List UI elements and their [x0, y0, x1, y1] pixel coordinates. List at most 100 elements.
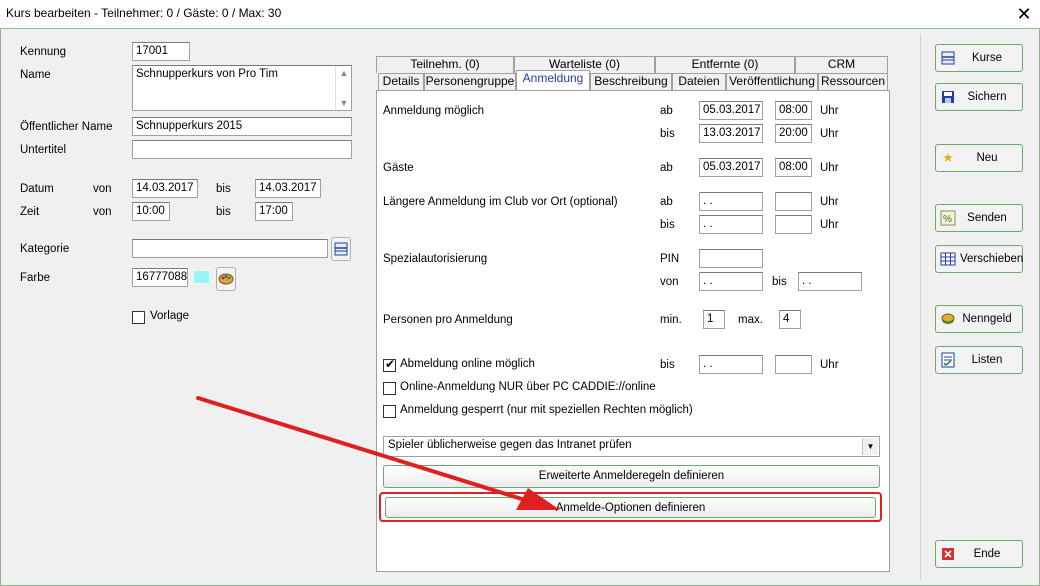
tab-teilnehmer[interactable]: Teilnehm. (0) — [376, 56, 514, 73]
color-swatch — [193, 270, 210, 284]
list-box-icon — [940, 50, 956, 66]
laenger-ab-label: ab — [660, 196, 673, 208]
oeffentlicher-name-label: Öffentlicher Name — [20, 121, 113, 133]
min-field[interactable]: 1 — [703, 310, 725, 329]
vorlage-checkbox[interactable] — [132, 311, 145, 324]
oeffentlicher-name-field[interactable]: Schnupperkurs 2015 — [132, 117, 352, 136]
datum-bis-field[interactable]: 14.03.2017 — [255, 179, 321, 198]
tab-details[interactable]: Details — [378, 73, 424, 90]
kurse-button[interactable]: Kurse — [935, 44, 1023, 72]
laenger-bis-time-field[interactable] — [775, 215, 812, 234]
name-field[interactable]: Schnupperkurs von Pro Tim ▲ ▼ — [132, 65, 352, 111]
checklist-icon — [940, 352, 956, 368]
kennung-field[interactable]: 17001 — [132, 42, 190, 61]
laengere-anmeldung-label: Längere Anmeldung im Club vor Ort (optio… — [383, 196, 618, 208]
online-only-checkbox[interactable] — [383, 382, 396, 395]
kennung-label: Kennung — [20, 46, 67, 58]
ende-button[interactable]: Ende — [935, 540, 1023, 568]
dropdown-value: Spieler üblicherweise gegen das Intranet… — [388, 439, 632, 451]
gaeste-label: Gäste — [383, 162, 414, 174]
laenger-bis-date-field[interactable]: . . — [699, 215, 763, 234]
window-title: Kurs bearbeiten - Teilnehmer: 0 / Gäste:… — [6, 6, 282, 20]
personen-pro-anmeldung-label: Personen pro Anmeldung — [383, 314, 513, 326]
spezialautorisierung-label: Spezialautorisierung — [383, 253, 488, 265]
erweiterte-anmelderegeln-button[interactable]: Erweiterte Anmelderegeln definieren — [383, 465, 880, 488]
color-picker-button[interactable] — [216, 267, 236, 291]
zeit-bis-field[interactable]: 17:00 — [255, 202, 293, 221]
gaeste-ab-time-field[interactable]: 08:00 — [775, 158, 812, 177]
chevron-down-icon[interactable]: ▼ — [862, 438, 878, 455]
laenger-ab-time-field[interactable] — [775, 192, 812, 211]
untertitel-field[interactable] — [132, 140, 352, 159]
nenngeld-button[interactable]: Nenngeld — [935, 305, 1023, 333]
spezial-von-date-field[interactable]: . . — [699, 272, 763, 291]
zeit-von-field[interactable]: 10:00 — [132, 202, 170, 221]
moeglich-bis-time-field[interactable]: 20:00 — [775, 124, 812, 143]
datum-label: Datum — [20, 183, 54, 195]
kategorie-label: Kategorie — [20, 243, 70, 255]
scroll-up-icon[interactable]: ▲ — [336, 68, 351, 78]
close-button[interactable]: ✕ — [1010, 2, 1038, 26]
pin-field[interactable] — [699, 249, 763, 268]
anmelde-optionen-button[interactable]: Anmelde-Optionen definieren — [385, 497, 876, 518]
tab-entfernte[interactable]: Entfernte (0) — [655, 56, 795, 73]
star-icon: ★ — [942, 150, 954, 165]
farbe-label: Farbe — [20, 272, 51, 284]
verschieben-button[interactable]: Verschieben — [935, 245, 1023, 273]
abmeldung-online-label: Abmeldung online möglich — [400, 358, 535, 370]
tab-veroeffentlichung[interactable]: Veröffentlichung — [726, 73, 818, 90]
neu-button[interactable]: ★ Neu — [935, 144, 1023, 172]
vorlage-label: Vorlage — [150, 310, 190, 322]
name-scrollbar[interactable]: ▲ ▼ — [335, 66, 351, 110]
floppy-disk-icon — [940, 89, 956, 105]
listen-label: Listen — [971, 354, 1003, 366]
datum-von-field[interactable]: 14.03.2017 — [132, 179, 198, 198]
zeit-bis-label: bis — [216, 206, 231, 218]
scroll-down-icon[interactable]: ▼ — [336, 98, 351, 108]
zeit-von-label: von — [93, 206, 112, 218]
pin-label: PIN — [660, 253, 680, 265]
max-label: max. — [738, 314, 763, 326]
tab-crm[interactable]: CRM — [795, 56, 888, 73]
laenger-ab-date-field[interactable]: . . — [699, 192, 763, 211]
tab-dateien[interactable]: Dateien — [672, 73, 726, 90]
senden-label: Senden — [967, 212, 1007, 224]
calendar-grid-icon — [940, 251, 956, 267]
moeglich-ab-date-field[interactable]: 05.03.2017 — [699, 101, 763, 120]
intranet-check-dropdown[interactable]: Spieler üblicherweise gegen das Intranet… — [383, 436, 880, 457]
anmeldung-gesperrt-checkbox[interactable] — [383, 405, 396, 418]
spezial-bis-label: bis — [772, 276, 787, 288]
abmeldung-online-checkbox[interactable] — [383, 357, 396, 372]
tab-beschreibung[interactable]: Beschreibung — [590, 73, 672, 90]
sichern-label: Sichern — [967, 91, 1007, 103]
send-percent-icon: % — [940, 210, 956, 226]
uhr-label: Uhr — [820, 162, 839, 174]
laenger-bis-label: bis — [660, 219, 675, 231]
max-field[interactable]: 4 — [779, 310, 801, 329]
tab-ressourcen[interactable]: Ressourcen — [818, 73, 888, 90]
abmeldung-bis-date-field[interactable]: . . — [699, 355, 763, 374]
sichern-button[interactable]: Sichern — [935, 83, 1023, 111]
uhr-label: Uhr — [820, 359, 839, 371]
datum-von-label: von — [93, 183, 112, 195]
svg-text:%: % — [943, 214, 952, 225]
tab-anmeldung[interactable]: Anmeldung — [516, 70, 590, 90]
tab-personengruppe[interactable]: Personengruppe — [424, 73, 516, 90]
kategorie-field[interactable] — [132, 239, 328, 258]
moeglich-ab-time-field[interactable]: 08:00 — [775, 101, 812, 120]
kategorie-picker-button[interactable] — [331, 237, 351, 261]
farbe-field[interactable]: 16777088 — [132, 268, 188, 287]
datum-bis-label: bis — [216, 183, 231, 195]
zeit-label: Zeit — [20, 206, 40, 218]
gaeste-ab-label: ab — [660, 162, 673, 174]
neu-label: Neu — [976, 152, 998, 164]
name-label: Name — [20, 69, 51, 81]
moeglich-bis-date-field[interactable]: 13.03.2017 — [699, 124, 763, 143]
title-bar: Kurs bearbeiten - Teilnehmer: 0 / Gäste:… — [0, 0, 1040, 28]
listen-button[interactable]: Listen — [935, 346, 1023, 374]
senden-button[interactable]: % Senden — [935, 204, 1023, 232]
gaeste-ab-date-field[interactable]: 05.03.2017 — [699, 158, 763, 177]
abmeldung-bis-time-field[interactable] — [775, 355, 812, 374]
nenngeld-label: Nenngeld — [962, 313, 1012, 325]
spezial-bis-date-field[interactable]: . . — [798, 272, 862, 291]
